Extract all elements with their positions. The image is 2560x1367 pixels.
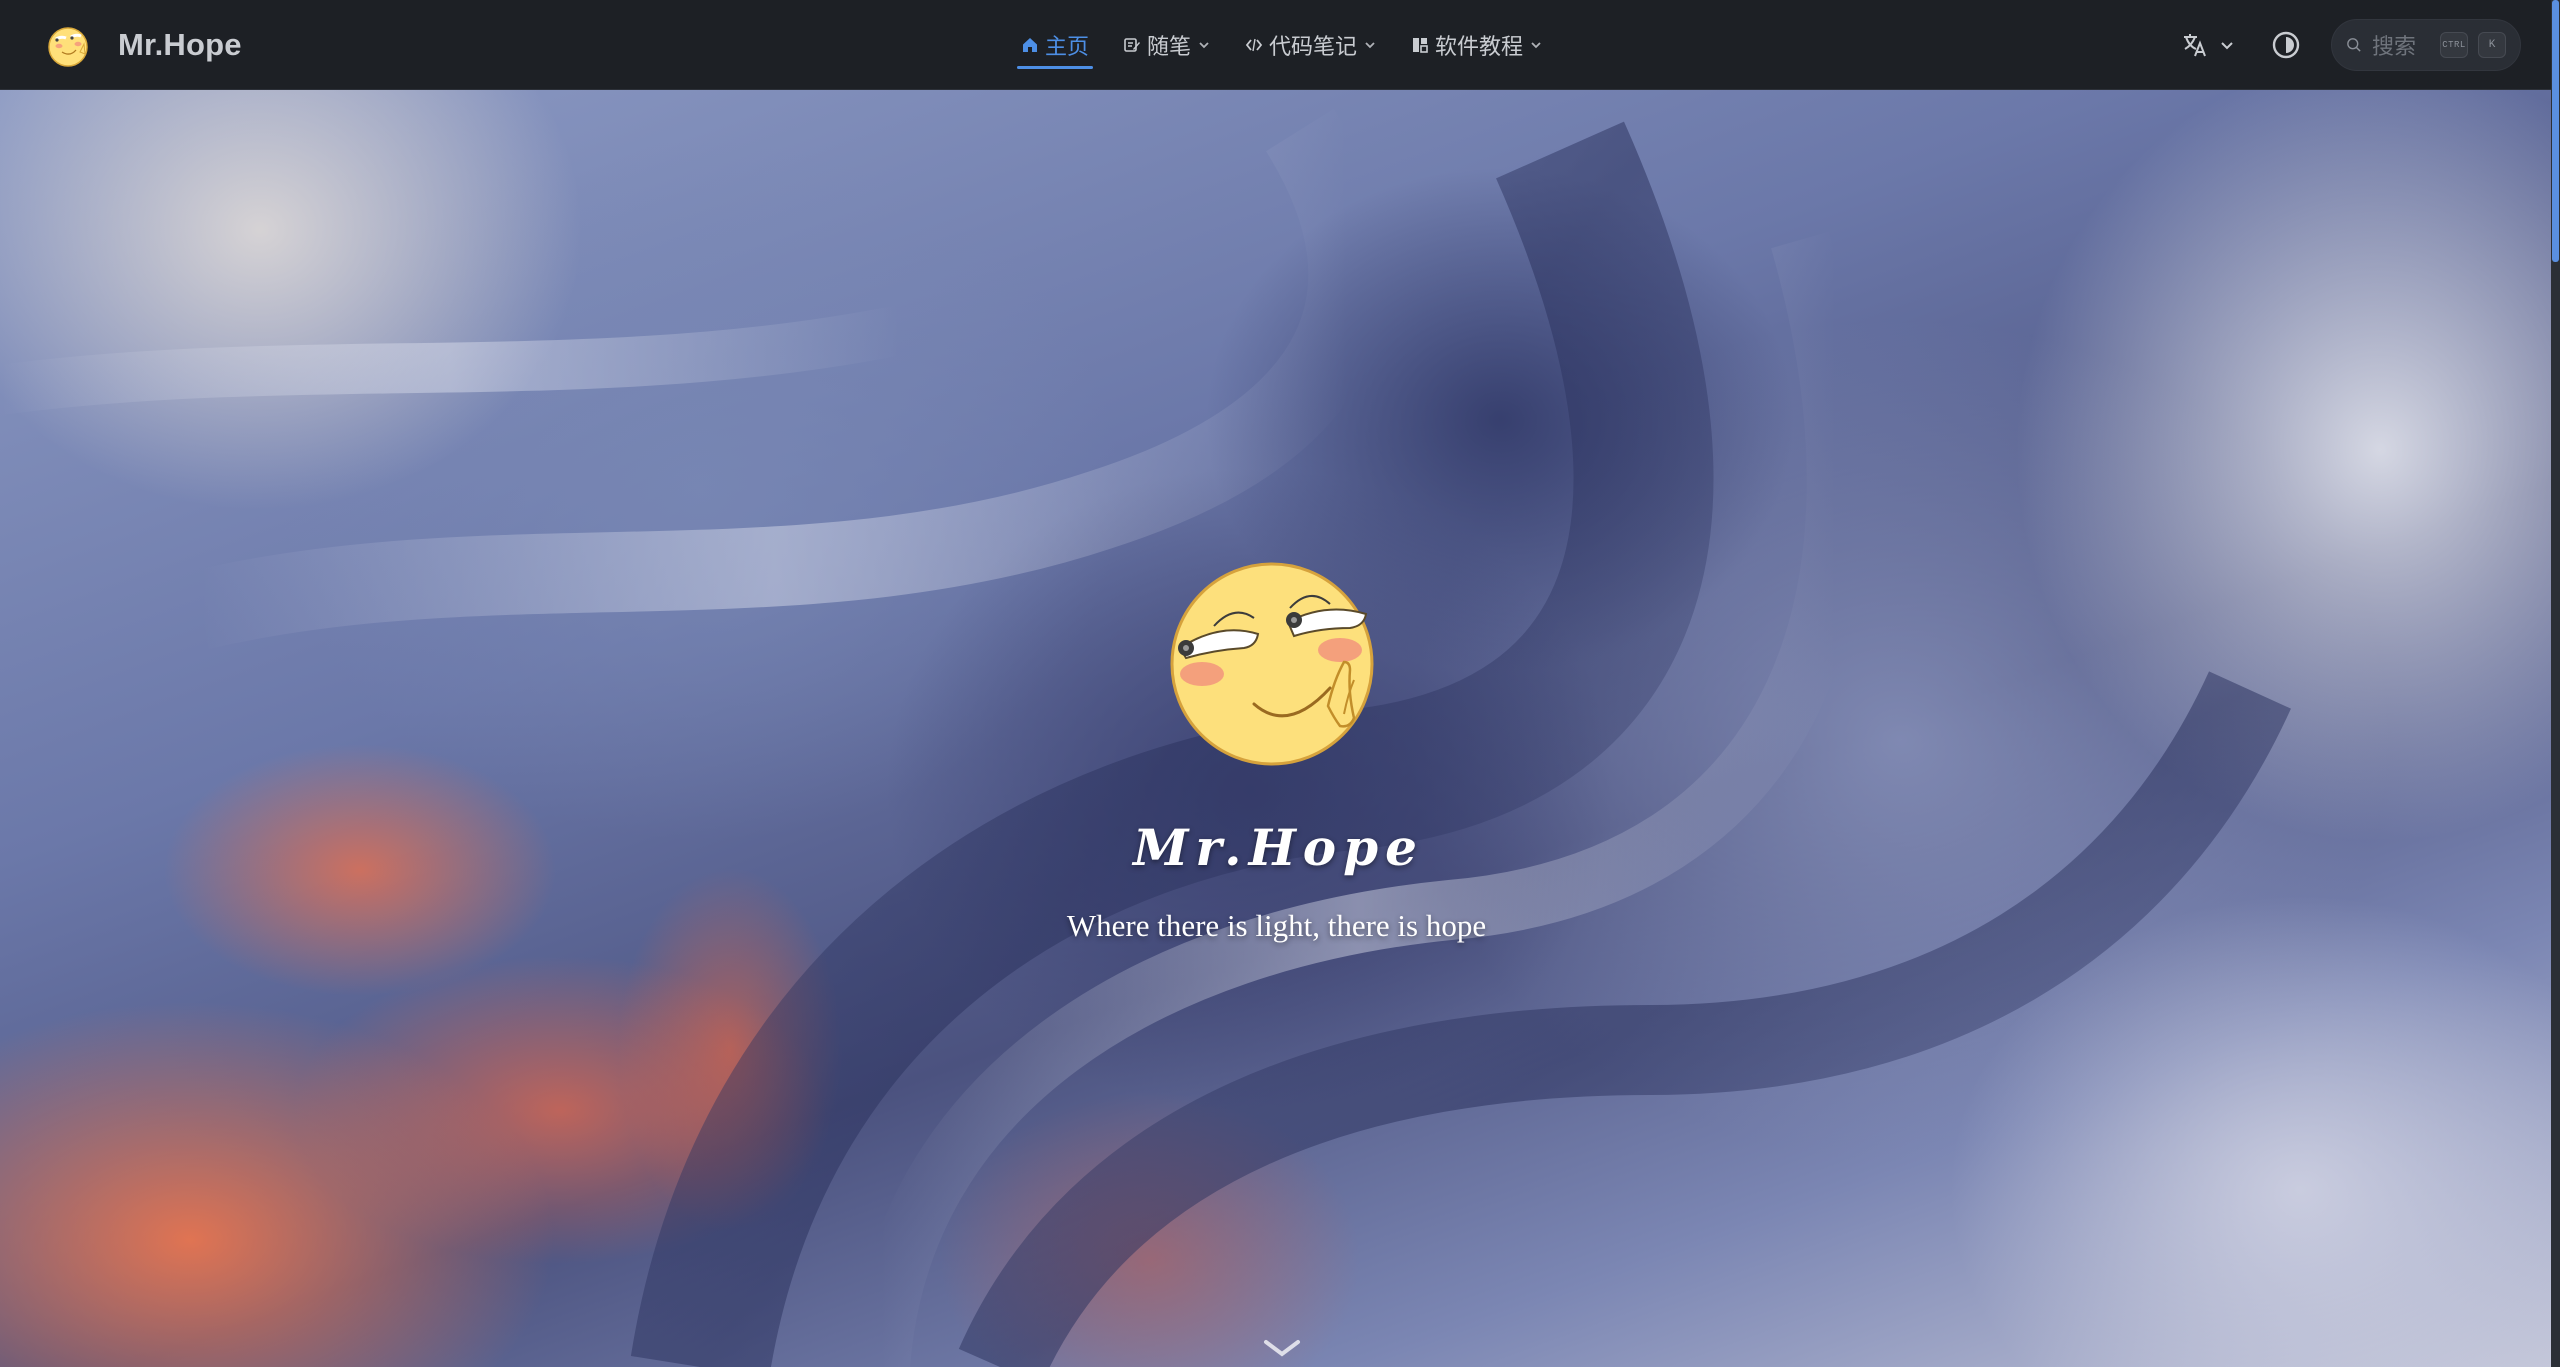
nav-item-label: 代码笔记 (1269, 34, 1358, 59)
brand-name: Mr.Hope (118, 27, 242, 62)
software-icon (1413, 38, 1428, 53)
nav-item-home[interactable]: 主页 (1015, 0, 1095, 90)
chevron-down-icon (1531, 42, 1541, 49)
home-icon (1023, 38, 1037, 52)
search-placeholder: 搜索 (2372, 34, 2417, 59)
chevron-down-icon (2221, 42, 2233, 50)
main-nav: 主页 随笔 代码笔记 软件教程 (1015, 0, 1549, 90)
language-switcher[interactable] (2181, 31, 2235, 59)
hero-banner: Mr.Hope Where there is light, there is h… (0, 90, 2551, 1367)
shortcut-key-k: K (2478, 32, 2506, 58)
navbar-actions: 搜索 CTRL K (2181, 0, 2521, 90)
navbar: Mr.Hope 主页 随笔 代码笔记 软件教程 搜索 CTRL K (0, 0, 2551, 90)
chevron-down-icon (1199, 42, 1209, 49)
contrast-icon (2272, 31, 2300, 59)
search-input[interactable]: 搜索 CTRL K (2331, 19, 2521, 71)
brand-link[interactable]: Mr.Hope (44, 18, 242, 72)
translate-icon (2184, 34, 2206, 57)
search-icon (2347, 38, 2361, 52)
nav-item-label: 主页 (1045, 34, 1090, 59)
chevron-down-icon (1365, 42, 1375, 49)
nav-item-software-tutorials[interactable]: 软件教程 (1405, 0, 1549, 90)
nav-item-label: 软件教程 (1435, 34, 1524, 59)
nav-item-essays[interactable]: 随笔 (1117, 0, 1217, 90)
code-icon (1245, 38, 1263, 52)
scroll-down-chevron-icon[interactable] (1260, 1332, 1304, 1362)
pen-icon (1124, 38, 1141, 52)
scrollbar-thumb[interactable] (2552, 0, 2559, 262)
page-scrollbar[interactable] (2551, 0, 2560, 1367)
theme-toggle-button[interactable] (2271, 30, 2301, 60)
brand-logo-icon (48, 27, 88, 67)
shortcut-key-ctrl: CTRL (2440, 32, 2468, 58)
nav-item-code-notes[interactable]: 代码笔记 (1239, 0, 1383, 90)
nav-item-label: 随笔 (1147, 34, 1192, 59)
hero-description: Where there is light, there is hope (1066, 908, 1487, 943)
hero-title: Mr.Hope (1133, 818, 1424, 877)
hero-avatar (1170, 562, 1374, 766)
